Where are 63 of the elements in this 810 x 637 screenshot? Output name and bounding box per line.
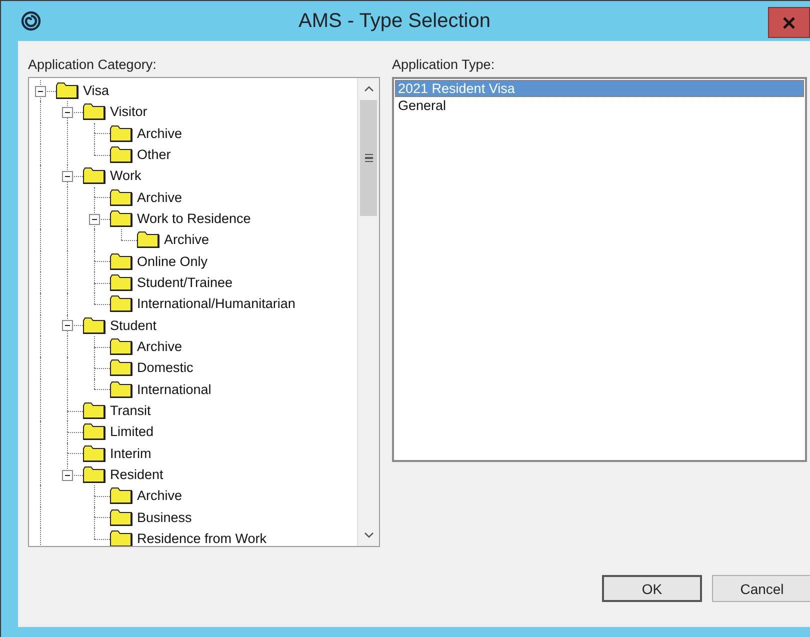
spiral-icon xyxy=(21,11,41,31)
tree-item[interactable]: Work xyxy=(110,168,142,184)
tree-item[interactable]: Student xyxy=(110,318,157,333)
folder-icon xyxy=(110,124,133,142)
folder-icon xyxy=(110,188,133,206)
tree-item[interactable]: International xyxy=(137,382,212,397)
folder-icon xyxy=(110,380,133,398)
tree-item[interactable]: Student/Trainee xyxy=(137,275,233,290)
folder-icon xyxy=(83,316,106,334)
folder-icon xyxy=(110,338,133,356)
window-title: AMS - Type Selection xyxy=(298,10,492,32)
folder-icon xyxy=(83,103,106,120)
collapse-toggle[interactable] xyxy=(62,470,73,481)
collapse-toggle[interactable] xyxy=(35,86,46,97)
tree-item[interactable]: Limited xyxy=(110,424,154,440)
tree-item[interactable]: Visa xyxy=(83,83,110,98)
folder-icon xyxy=(110,295,133,312)
tree-item[interactable]: Online Only xyxy=(137,254,208,269)
type-label: Application Type: xyxy=(392,57,496,74)
collapse-toggle[interactable] xyxy=(62,170,73,182)
tree-item[interactable]: Archive xyxy=(164,232,210,248)
tree-item[interactable]: Resident xyxy=(110,467,164,482)
folder-icon xyxy=(83,402,106,420)
folder-icon xyxy=(83,444,106,462)
folder-icon xyxy=(110,210,133,228)
folder-icon xyxy=(137,231,160,248)
folder-icon xyxy=(83,167,106,184)
collapse-toggle[interactable] xyxy=(62,106,73,118)
tree-item[interactable]: Other xyxy=(137,147,171,162)
tree-item[interactable]: Archive xyxy=(137,339,182,354)
scroll-thumb[interactable] xyxy=(360,100,377,216)
cancel-button[interactable]: Cancel xyxy=(712,575,810,602)
tree-item[interactable]: Archive xyxy=(137,126,182,141)
folder-icon xyxy=(110,252,133,270)
collapse-toggle[interactable] xyxy=(62,320,73,332)
list-item[interactable]: General xyxy=(395,97,804,114)
collapse-toggle[interactable] xyxy=(89,214,100,225)
folder-icon xyxy=(110,146,133,164)
tree-item[interactable]: Work to Residence xyxy=(137,211,251,226)
scrollbar[interactable] xyxy=(357,78,379,546)
tree-item[interactable]: International/Humanitarian xyxy=(137,296,296,312)
tree-item[interactable]: Business xyxy=(137,510,192,525)
close-icon xyxy=(783,16,795,28)
tree-item[interactable]: Interim xyxy=(110,446,152,461)
folder-icon xyxy=(110,508,133,526)
tree-item[interactable]: Transit xyxy=(110,403,151,418)
folder-icon xyxy=(56,82,79,100)
tree-item[interactable]: Archive xyxy=(137,488,182,504)
scroll-up-icon[interactable] xyxy=(364,86,374,92)
tree-item[interactable]: Residence from Work xyxy=(137,531,267,546)
ok-button[interactable]: OK xyxy=(602,575,702,602)
scroll-down-icon[interactable] xyxy=(364,532,374,538)
folder-icon xyxy=(110,274,133,292)
folder-icon xyxy=(110,359,133,376)
folder-icon xyxy=(110,530,133,546)
category-label: Application Category: xyxy=(28,57,158,74)
folder-icon xyxy=(110,487,133,504)
folder-icon xyxy=(83,466,106,484)
tree-item[interactable]: Visitor xyxy=(110,104,148,120)
tree-item[interactable]: Domestic xyxy=(137,360,194,376)
folder-icon xyxy=(83,423,106,440)
tree-item[interactable]: Archive xyxy=(137,190,182,205)
close-button[interactable] xyxy=(768,7,810,38)
